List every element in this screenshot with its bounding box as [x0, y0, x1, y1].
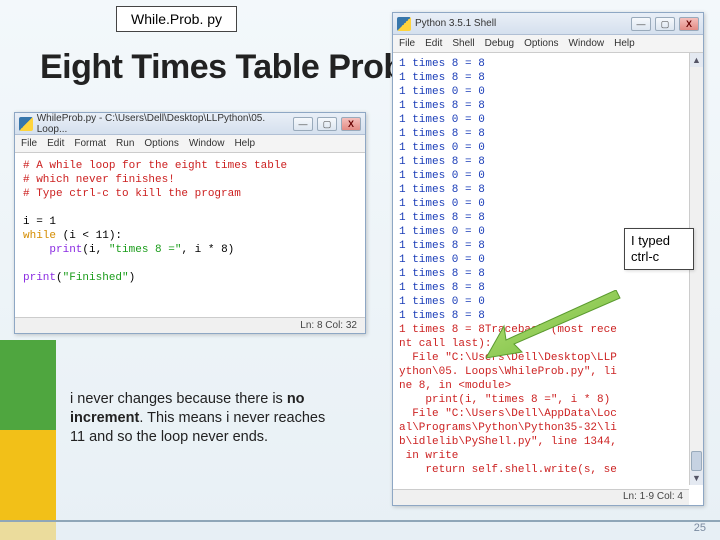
- menu-help[interactable]: Help: [234, 138, 255, 149]
- explanation-text: i never changes because there is no incr…: [70, 390, 340, 447]
- idle-editor-window: WhileProb.py - C:\Users\Dell\Desktop\LLP…: [14, 112, 366, 334]
- shell-line: al\Programs\Python\Python35-32\li: [399, 421, 697, 435]
- shell-line: return self.shell.write(s, se: [399, 463, 697, 477]
- shell-statusbar: Ln: 1·9 Col: 4: [393, 489, 689, 505]
- shell-line: File "C:\Users\Dell\AppData\Loc: [399, 407, 697, 421]
- code-line: while (i < 11):: [23, 229, 357, 243]
- menu-shell[interactable]: Shell: [452, 38, 474, 49]
- menu-window[interactable]: Window: [569, 38, 605, 49]
- shell-line: 1 times 8 = 8: [399, 57, 697, 71]
- editor-title-text: WhileProb.py - C:\Users\Dell\Desktop\LLP…: [37, 113, 293, 135]
- shell-line: 1 times 0 = 0: [399, 113, 697, 127]
- shell-line: 1 times 8 = 8: [399, 99, 697, 113]
- code-line: print("Finished"): [23, 271, 357, 285]
- shell-line: 1 times 0 = 0: [399, 197, 697, 211]
- code-line: i = 1: [23, 215, 357, 229]
- editor-menubar: File Edit Format Run Options Window Help: [15, 135, 365, 153]
- shell-line: 1 times 0 = 0: [399, 85, 697, 99]
- close-button[interactable]: X: [679, 17, 699, 31]
- code-line: # which never finishes!: [23, 173, 357, 187]
- menu-edit[interactable]: Edit: [425, 38, 442, 49]
- shell-line: 1 times 8 = 8: [399, 127, 697, 141]
- menu-options[interactable]: Options: [524, 38, 558, 49]
- shell-line: 1 times 8 = 8: [399, 309, 697, 323]
- menu-edit[interactable]: Edit: [47, 138, 64, 149]
- shell-line: 1 times 0 = 0: [399, 169, 697, 183]
- editor-statusbar: Ln: 8 Col: 32: [15, 317, 365, 333]
- menu-format[interactable]: Format: [74, 138, 106, 149]
- editor-titlebar: WhileProb.py - C:\Users\Dell\Desktop\LLP…: [15, 113, 365, 135]
- shell-titlebar: Python 3.5.1 Shell — ▢ X: [393, 13, 703, 35]
- code-line: [23, 201, 357, 215]
- scroll-up-icon[interactable]: ▲: [690, 53, 703, 67]
- shell-line: in write: [399, 449, 697, 463]
- scroll-down-icon[interactable]: ▼: [690, 471, 703, 485]
- side-color-bar: [0, 340, 56, 540]
- menu-file[interactable]: File: [21, 138, 37, 149]
- code-line: # A while loop for the eight times table: [23, 159, 357, 173]
- close-button[interactable]: X: [341, 117, 361, 131]
- shell-line: print(i, "times 8 =", i * 8): [399, 393, 697, 407]
- shell-line: 1 times 0 = 0: [399, 141, 697, 155]
- callout-line: I typed: [631, 233, 687, 249]
- menu-help[interactable]: Help: [614, 38, 635, 49]
- shell-line: 1 times 8 = 8: [399, 183, 697, 197]
- menu-file[interactable]: File: [399, 38, 415, 49]
- minimize-button[interactable]: —: [293, 117, 313, 131]
- footer-rule: [0, 520, 720, 540]
- shell-line: ython\05. Loops\WhileProb.py", li: [399, 365, 697, 379]
- shell-line: File "C:\Users\Dell\Desktop\LLP: [399, 351, 697, 365]
- shell-line: 1 times 8 = 8: [399, 211, 697, 225]
- menu-run[interactable]: Run: [116, 138, 134, 149]
- explanation-part: i never changes because there is: [70, 391, 287, 407]
- page-number: 25: [694, 522, 706, 534]
- callout-ctrlc: I typed ctrl-c: [624, 228, 694, 270]
- code-line: print(i, "times 8 =", i * 8): [23, 243, 357, 257]
- shell-title-text: Python 3.5.1 Shell: [415, 18, 496, 29]
- shell-menubar: File Edit Shell Debug Options Window Hel…: [393, 35, 703, 53]
- code-line: # Type ctrl-c to kill the program: [23, 187, 357, 201]
- code-area[interactable]: # A while loop for the eight times table…: [15, 153, 365, 291]
- maximize-button[interactable]: ▢: [317, 117, 337, 131]
- filename-tag: While.Prob. py: [116, 6, 237, 32]
- shell-line: 1 times 8 = 8: [399, 71, 697, 85]
- menu-window[interactable]: Window: [189, 138, 225, 149]
- menu-options[interactable]: Options: [144, 138, 178, 149]
- callout-line: ctrl-c: [631, 249, 687, 265]
- shell-line: 1 times 8 = 8Traceback (most rece: [399, 323, 697, 337]
- python-icon: [397, 17, 411, 31]
- minimize-button[interactable]: —: [631, 17, 651, 31]
- maximize-button[interactable]: ▢: [655, 17, 675, 31]
- shell-line: 1 times 8 = 8: [399, 155, 697, 169]
- python-icon: [19, 117, 33, 131]
- scroll-thumb[interactable]: [691, 451, 702, 471]
- shell-line: 1 times 0 = 0: [399, 295, 697, 309]
- shell-line: nt call last):: [399, 337, 697, 351]
- shell-line: 1 times 8 = 8: [399, 281, 697, 295]
- shell-line: b\idlelib\PyShell.py", line 1344,: [399, 435, 697, 449]
- shell-line: ne 8, in <module>: [399, 379, 697, 393]
- code-line: [23, 257, 357, 271]
- menu-debug[interactable]: Debug: [485, 38, 514, 49]
